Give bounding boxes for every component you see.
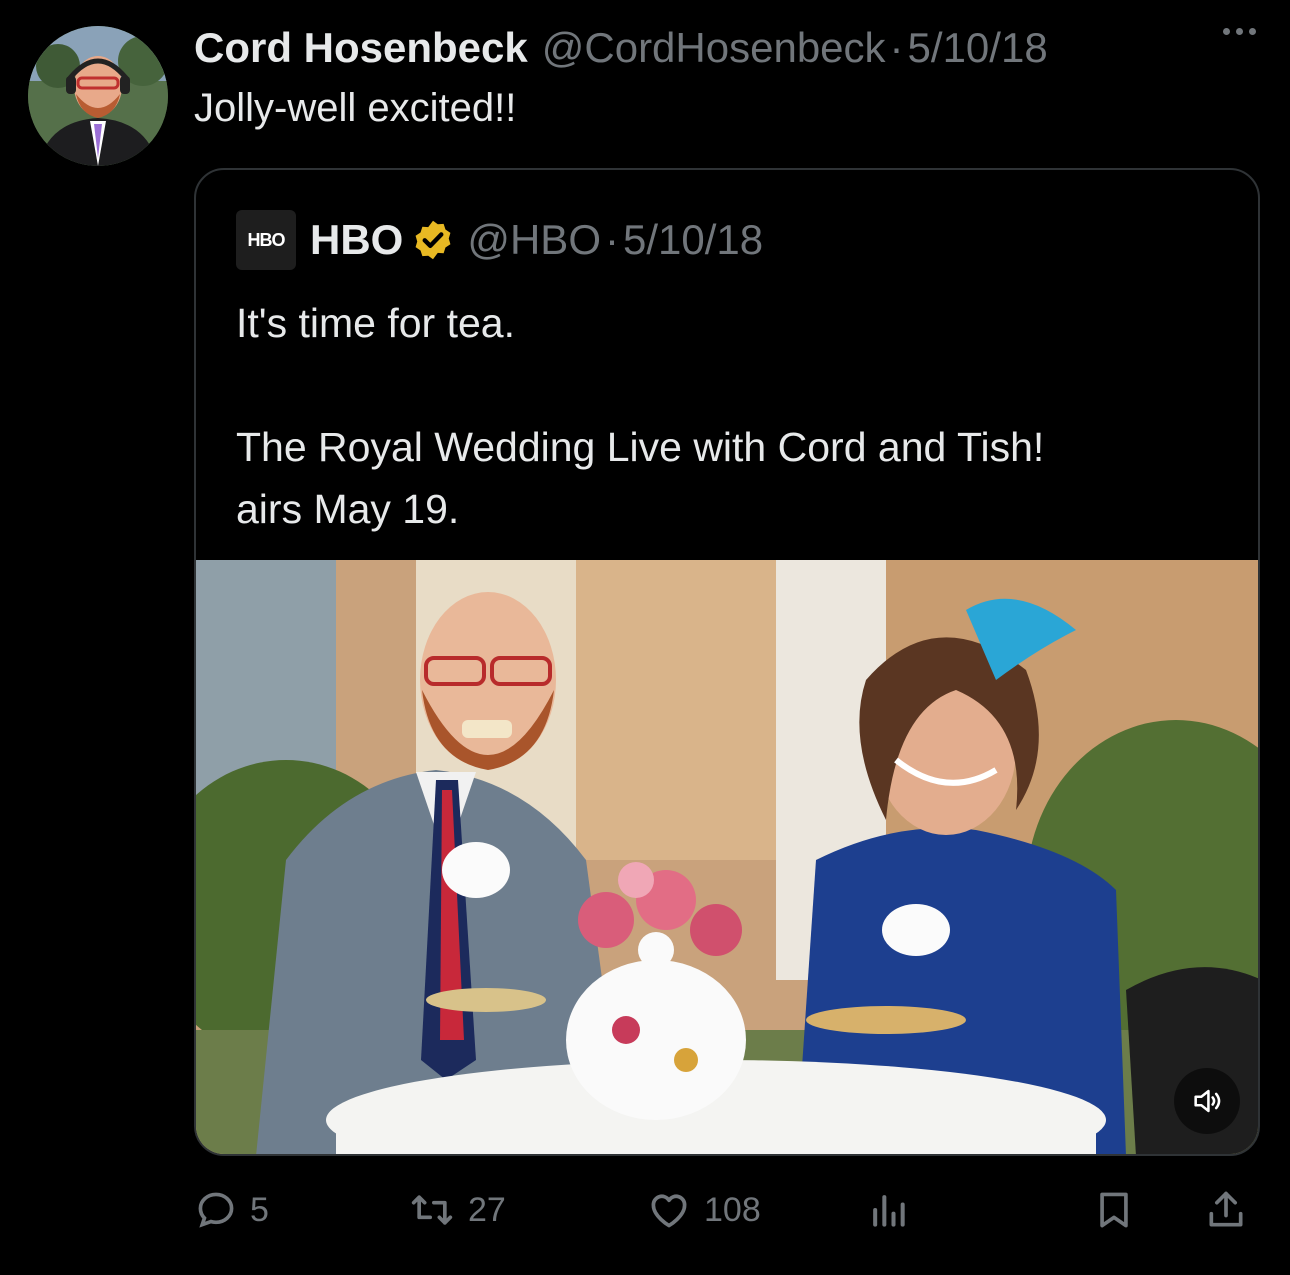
quoted-date[interactable]: 5/10/18 bbox=[623, 216, 763, 264]
retweet-count: 27 bbox=[468, 1190, 506, 1229]
views-button[interactable] bbox=[868, 1180, 908, 1240]
quoted-text: It's time for tea. The Royal Wedding Liv… bbox=[236, 292, 1236, 540]
like-button[interactable]: 108 bbox=[646, 1180, 761, 1240]
retweet-button[interactable]: 27 bbox=[408, 1180, 506, 1240]
quoted-line-2: The Royal Wedding Live with Cord and Tis… bbox=[236, 424, 1045, 470]
avatar-image bbox=[28, 26, 168, 166]
quoted-line-3: airs May 19. bbox=[236, 486, 460, 532]
tweet: Cord Hosenbeck @CordHosenbeck · 5/10/18 … bbox=[0, 0, 1290, 1275]
more-dot bbox=[1249, 28, 1256, 35]
author-avatar[interactable] bbox=[28, 26, 168, 166]
mute-button[interactable] bbox=[1174, 1068, 1240, 1134]
author-name[interactable]: Cord Hosenbeck bbox=[194, 24, 528, 72]
reply-button[interactable]: 5 bbox=[194, 1180, 269, 1240]
quoted-handle[interactable]: @HBO bbox=[467, 216, 601, 264]
bookmark-icon bbox=[1100, 1192, 1128, 1228]
header-separator: · bbox=[889, 24, 904, 71]
speaker-icon bbox=[1194, 1089, 1221, 1113]
video-player[interactable] bbox=[196, 560, 1258, 1154]
retweet-icon bbox=[411, 1195, 453, 1225]
quoted-name[interactable]: HBO bbox=[310, 216, 403, 264]
hbo-avatar[interactable]: HBO bbox=[236, 210, 296, 270]
author-handle[interactable]: @CordHosenbeck bbox=[542, 24, 886, 72]
hbo-logo-text: HBO bbox=[247, 229, 286, 250]
more-dot bbox=[1236, 28, 1243, 35]
more-dot bbox=[1223, 28, 1230, 35]
like-count: 108 bbox=[704, 1190, 761, 1229]
share-button[interactable] bbox=[1204, 1180, 1248, 1240]
analytics-icon bbox=[873, 1195, 905, 1227]
verified-badge-icon bbox=[415, 220, 451, 260]
video-thumbnail bbox=[196, 560, 1258, 1154]
heart-icon bbox=[651, 1194, 687, 1228]
quoted-line-1: It's time for tea. bbox=[236, 300, 515, 346]
author-header: Cord Hosenbeck @CordHosenbeck · 5/10/18 bbox=[194, 20, 1048, 76]
quoted-header: HBO HBO @HBO · 5/10/18 bbox=[236, 210, 763, 270]
bookmark-button[interactable] bbox=[1092, 1180, 1136, 1240]
action-bar: 5 27 108 bbox=[194, 1180, 1260, 1240]
reply-count: 5 bbox=[250, 1190, 269, 1229]
reply-icon bbox=[198, 1192, 234, 1228]
quoted-separator: · bbox=[605, 216, 619, 263]
quoted-tweet[interactable]: HBO HBO @HBO · 5/10/18 It's time for tea… bbox=[194, 168, 1260, 1156]
more-options-icon[interactable] bbox=[1223, 28, 1256, 35]
tweet-date[interactable]: 5/10/18 bbox=[908, 24, 1048, 72]
share-icon bbox=[1209, 1191, 1243, 1227]
tweet-text: Jolly-well excited!! bbox=[194, 86, 517, 130]
